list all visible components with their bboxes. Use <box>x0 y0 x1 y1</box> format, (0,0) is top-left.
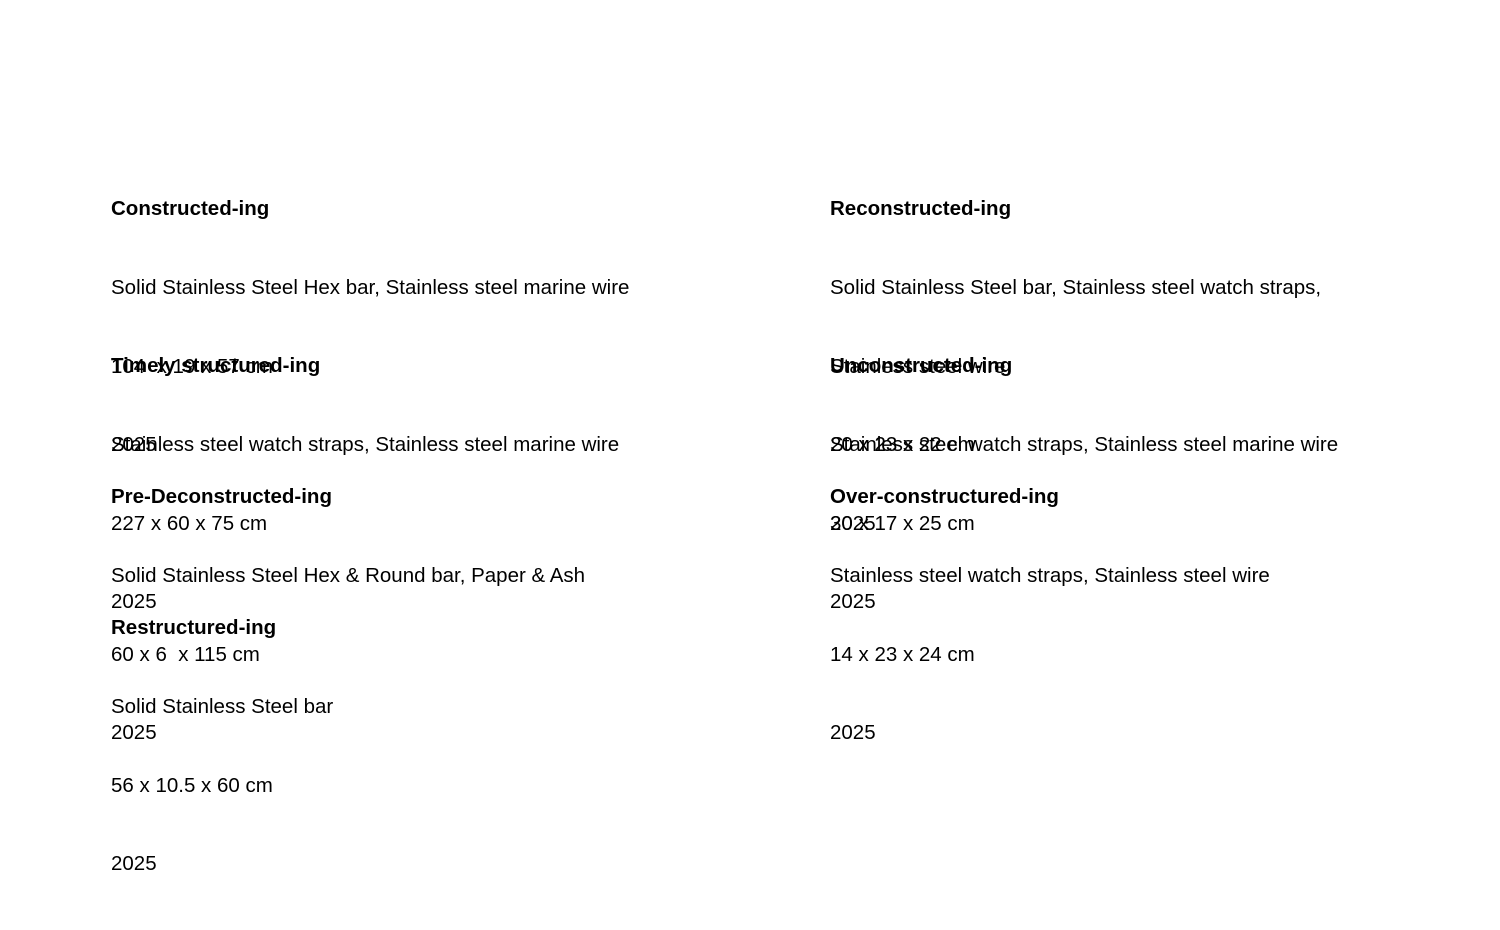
artwork-entry: Over-constructured-ing Stainless steel w… <box>830 432 1270 799</box>
artwork-year: 2025 <box>111 852 157 876</box>
artwork-title: Constructed-ing <box>111 197 270 221</box>
artwork-title: Unconstructed-ing <box>830 354 1013 378</box>
artwork-materials: Stainless steel watch straps, Stainless … <box>830 564 1270 587</box>
artwork-title: Restructured-ing <box>111 616 277 640</box>
artwork-title: Pre-Deconstructed-ing <box>111 485 332 509</box>
artwork-entry: Restructured-ing Solid Stainless Steel b… <box>111 563 333 930</box>
artwork-dimensions: 56 x 10.5 x 60 cm <box>111 773 273 797</box>
artwork-title: Over-constructured-ing <box>830 485 1059 509</box>
artwork-title: Reconstructed-ing <box>830 197 1012 221</box>
artwork-materials: Solid Stainless Steel bar, Stainless ste… <box>830 276 1322 299</box>
artwork-materials: Solid Stainless Steel Hex bar, Stainless… <box>111 276 630 299</box>
artwork-year: 2025 <box>830 721 876 745</box>
artwork-title: Timely structured-ing <box>111 354 321 378</box>
artwork-materials: Solid Stainless Steel bar <box>111 695 334 718</box>
artwork-dimensions: 14 x 23 x 24 cm <box>830 642 975 666</box>
